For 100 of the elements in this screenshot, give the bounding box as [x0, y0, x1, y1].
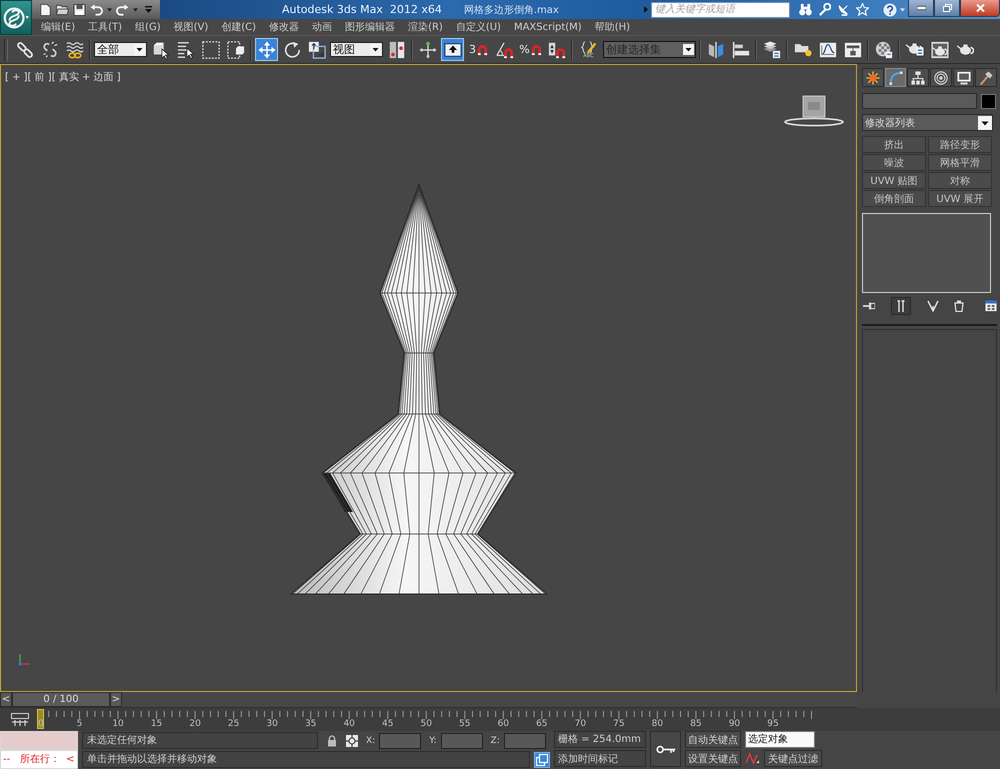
hammer-icon	[979, 70, 994, 84]
set-keys-button[interactable]	[650, 731, 681, 767]
key-filters-button[interactable]: 关键点过滤	[764, 750, 822, 767]
magnet-icon	[530, 44, 542, 56]
end-result-button[interactable]	[890, 297, 910, 315]
close-button[interactable]	[960, 0, 1000, 17]
time-marker[interactable]	[37, 709, 44, 729]
menu-item[interactable]: MAXScript(M)	[512, 22, 584, 32]
modifier-button[interactable]: UVW 展开	[928, 190, 992, 207]
view-cube-icon[interactable]	[783, 93, 845, 127]
wrench-icon[interactable]	[818, 3, 831, 16]
maximize-button[interactable]	[934, 0, 960, 17]
time-slider-handle[interactable]: 0 / 100	[12, 692, 110, 707]
redo-arrow-icon[interactable]	[116, 4, 129, 16]
previous-frame-button[interactable]: <	[0, 692, 12, 707]
frame-number: 25	[228, 719, 240, 730]
name-field[interactable]	[862, 93, 977, 109]
dropdown[interactable]: 视图	[330, 42, 383, 57]
layers-icon	[762, 40, 780, 58]
minimize-button[interactable]	[908, 0, 934, 17]
undo-arrow-icon[interactable]	[90, 4, 103, 16]
key-mode-dropdown[interactable]: 选定对象	[745, 731, 815, 748]
frame-number: 30	[266, 719, 278, 730]
menu-item[interactable]: 创建(C)	[219, 20, 258, 34]
menu-item[interactable]: 工具(T)	[86, 20, 124, 34]
selection-set-field[interactable]: 创建选择集	[603, 41, 696, 58]
motion-tab[interactable]	[930, 68, 952, 87]
create-tab[interactable]	[862, 68, 884, 87]
coordinate-field[interactable]	[440, 732, 483, 748]
display-tab[interactable]	[952, 68, 974, 87]
lock-icon[interactable]	[326, 734, 338, 746]
modifier-button[interactable]: UVW 贴图	[862, 172, 926, 189]
script-output-field[interactable]: -- 所在行： <	[0, 750, 78, 769]
teapot-icon	[956, 44, 974, 55]
add-time-tag-button[interactable]: 添加时间标记	[554, 750, 646, 767]
modifier-button[interactable]: 噪波	[862, 154, 926, 171]
snap-button[interactable]: 3	[466, 38, 491, 61]
menu-item[interactable]: 自定义(U)	[454, 20, 503, 34]
menu-item[interactable]: 修改器	[267, 20, 302, 34]
open-folder-icon[interactable]	[56, 4, 69, 16]
frame-number: 10	[112, 719, 124, 730]
search-field[interactable]: 键入关键字或短语	[651, 2, 790, 18]
coordinate-field[interactable]	[379, 732, 422, 748]
move-button[interactable]	[255, 38, 278, 61]
caret-icon[interactable]	[900, 8, 905, 12]
hierarchy-tab[interactable]	[907, 68, 930, 87]
pivot-bars-icon	[388, 40, 406, 58]
modifier-button[interactable]: 网格平滑	[928, 154, 992, 171]
menu-item[interactable]: 帮助(H)	[592, 20, 632, 34]
help-icon[interactable]	[883, 2, 897, 16]
modifier-button[interactable]: 挤出	[862, 136, 926, 153]
dropdown[interactable]: 全部	[94, 42, 147, 57]
fork-icon	[926, 300, 938, 312]
squares-icon	[536, 754, 548, 766]
percent-snap-button[interactable]: %	[518, 38, 543, 61]
auto-key-button[interactable]: 自动关键点	[685, 731, 741, 748]
modifier-stack-list[interactable]	[862, 213, 991, 293]
coordinate-field[interactable]	[504, 732, 546, 748]
expand-arrow-icon[interactable]	[644, 6, 648, 13]
mini-window-icon[interactable]	[11, 712, 29, 726]
script-input-field[interactable]	[0, 731, 78, 750]
caret-icon	[683, 44, 694, 55]
viewport-label[interactable]: [ + ][ 前 ][ 真实 + 边面 ]	[5, 70, 121, 84]
modifier-button[interactable]: 路径变形	[928, 136, 992, 153]
modifier-button[interactable]: 倒角剖面	[862, 190, 926, 207]
move-arrows-icon	[258, 40, 276, 58]
modifier-button[interactable]: 对称	[928, 172, 992, 189]
color-swatch-icon[interactable]	[981, 94, 996, 108]
modifier-list-dropdown[interactable]: 修改器列表	[862, 114, 993, 131]
utilities-tab[interactable]	[975, 68, 998, 87]
isolate-button[interactable]	[534, 752, 550, 768]
align-bars-icon	[732, 40, 750, 58]
selection-status: 未选定任何对象	[82, 732, 318, 749]
scale-squares-icon	[308, 40, 326, 58]
application-button[interactable]	[0, 0, 32, 35]
crosshair-square-icon[interactable]	[346, 734, 358, 746]
frame-number: 45	[382, 719, 394, 730]
binoculars-icon[interactable]	[799, 3, 812, 16]
caret-icon	[978, 116, 992, 130]
satellite-dish-icon[interactable]	[837, 3, 850, 16]
next-frame-button[interactable]: >	[110, 692, 122, 707]
star-icon[interactable]	[856, 3, 869, 16]
caret-icon[interactable]	[107, 8, 112, 12]
dropdown-arrow-icon[interactable]	[145, 6, 152, 13]
caret-icon	[134, 44, 145, 55]
menu-item[interactable]: 动画	[310, 20, 334, 34]
time-slider-track[interactable]: < 0 / 100 >	[0, 692, 857, 708]
menu-item[interactable]: 渲染(R)	[406, 20, 445, 34]
viewport[interactable]: [ + ][ 前 ][ 真实 + 边面 ]	[0, 64, 857, 692]
set-key-button[interactable]: 设置关键点	[685, 750, 741, 767]
chain-icon	[16, 40, 34, 58]
menu-item[interactable]: 视图(V)	[172, 20, 210, 34]
menu-item[interactable]: 编辑(E)	[39, 20, 78, 34]
menu-item[interactable]: 图形编辑器	[343, 20, 398, 34]
modify-tab[interactable]	[884, 68, 906, 87]
list-cursor-icon	[176, 40, 194, 58]
shortcut-button[interactable]	[441, 38, 464, 61]
caret-icon[interactable]	[133, 8, 138, 12]
menu-item[interactable]: 组(G)	[133, 20, 163, 34]
new-file-icon[interactable]	[39, 4, 52, 16]
